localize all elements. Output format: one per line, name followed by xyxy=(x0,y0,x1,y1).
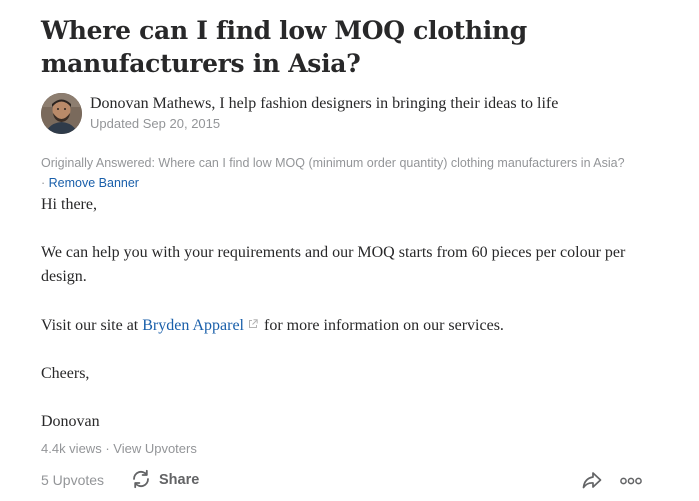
user-avatar-photo-icon xyxy=(41,93,82,134)
original-question-banner: Originally Answered: Where can I find lo… xyxy=(41,153,626,193)
action-bar: 5 Upvotes Share xyxy=(41,468,642,494)
answer-signature: Donovan xyxy=(41,413,100,430)
remove-banner-link[interactable]: Remove Banner xyxy=(49,176,139,190)
para2-after: for more information on our services. xyxy=(260,317,504,334)
external-link-icon xyxy=(248,313,258,337)
more-options-button[interactable] xyxy=(620,474,642,490)
answer-paragraph-link: Visit our site at Bryden Apparel for mor… xyxy=(41,313,651,338)
author-avatar[interactable] xyxy=(41,93,82,134)
answer-greeting: Hi there, xyxy=(41,196,97,213)
view-upvoters-link[interactable]: View Upvoters xyxy=(113,441,197,456)
question-title[interactable]: Where can I find low MOQ clothing manufa… xyxy=(41,14,651,80)
upvotes-button[interactable]: 5 Upvotes xyxy=(41,472,104,488)
answer-page: Where can I find low MOQ clothing manufa… xyxy=(41,14,651,458)
share-button[interactable]: Share xyxy=(130,468,199,492)
author-row: Donovan Mathews, I help fashion designer… xyxy=(41,93,651,134)
bryden-apparel-link[interactable]: Bryden Apparel xyxy=(142,317,244,334)
para2-before: Visit our site at xyxy=(41,317,143,334)
author-credential: , I help fashion designers in bringing t… xyxy=(211,95,559,112)
share-label: Share xyxy=(159,472,200,488)
answer-closing: Cheers, xyxy=(41,365,90,382)
views-count: 4.4k views xyxy=(41,441,102,456)
updated-date[interactable]: Updated Sep 20, 2015 xyxy=(90,115,558,133)
stats-separator: · xyxy=(101,441,114,456)
forward-arrow-icon xyxy=(582,472,602,489)
answer-stats: 4.4k views · View Upvoters xyxy=(41,440,651,458)
author-line: Donovan Mathews, I help fashion designer… xyxy=(90,94,558,114)
answer-paragraph: We can help you with your requirements a… xyxy=(41,244,626,285)
author-meta: Donovan Mathews, I help fashion designer… xyxy=(90,93,558,133)
forward-button[interactable] xyxy=(581,469,603,494)
answer-body: Hi there, We can help you with your requ… xyxy=(41,193,651,434)
refresh-share-icon xyxy=(130,468,152,493)
more-options-icon xyxy=(620,477,642,485)
author-name[interactable]: Donovan Mathews xyxy=(90,95,211,112)
